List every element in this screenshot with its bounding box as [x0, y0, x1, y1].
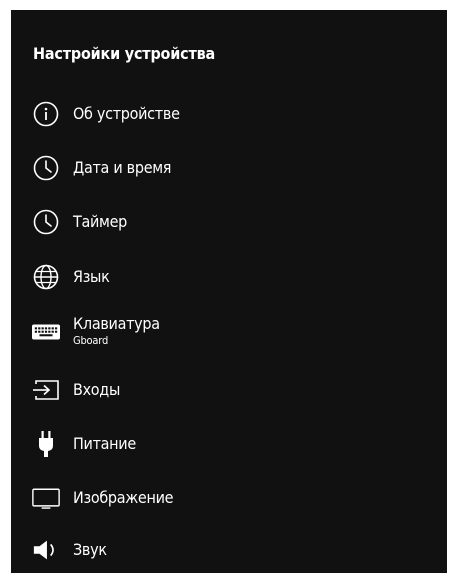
menu-item-keyboard[interactable]: Клавиатура Gboard: [11, 307, 447, 357]
display-icon: [32, 484, 60, 512]
info-icon: [32, 100, 60, 128]
menu-item-timer[interactable]: Таймер: [11, 197, 447, 247]
menu-item-label: Язык: [73, 267, 110, 286]
menu-item-label: Питание: [73, 434, 136, 453]
menu-item-label: Изображение: [73, 488, 174, 507]
menu-item-sublabel: Gboard: [73, 334, 109, 347]
menu-item-label: Звук: [73, 540, 107, 559]
keyboard-icon: [32, 318, 60, 346]
menu-item-label: Таймер: [73, 212, 128, 231]
menu-item-inputs[interactable]: Входы: [11, 365, 447, 415]
device-settings-panel: Настройки устройства Об устройстве Дата …: [11, 10, 447, 573]
power-plug-icon: [32, 430, 60, 458]
menu-item-label: Клавиатура: [73, 314, 160, 333]
menu-item-label: Входы: [73, 380, 121, 399]
menu-item-label: Дата и время: [73, 158, 172, 177]
globe-icon: [32, 263, 60, 291]
page-title: Настройки устройства: [33, 44, 216, 63]
menu-item-language[interactable]: Язык: [11, 252, 447, 302]
input-icon: [32, 376, 60, 404]
menu-item-power[interactable]: Питание: [11, 419, 447, 469]
menu-item-date-time[interactable]: Дата и время: [11, 143, 447, 193]
clock-icon: [32, 208, 60, 236]
menu-item-sound[interactable]: Звук: [11, 525, 447, 573]
menu-item-about-device[interactable]: Об устройстве: [11, 89, 447, 139]
speaker-icon: [32, 536, 60, 564]
menu-item-picture[interactable]: Изображение: [11, 473, 447, 523]
menu-item-label: Об устройстве: [73, 104, 180, 123]
clock-icon: [32, 154, 60, 182]
